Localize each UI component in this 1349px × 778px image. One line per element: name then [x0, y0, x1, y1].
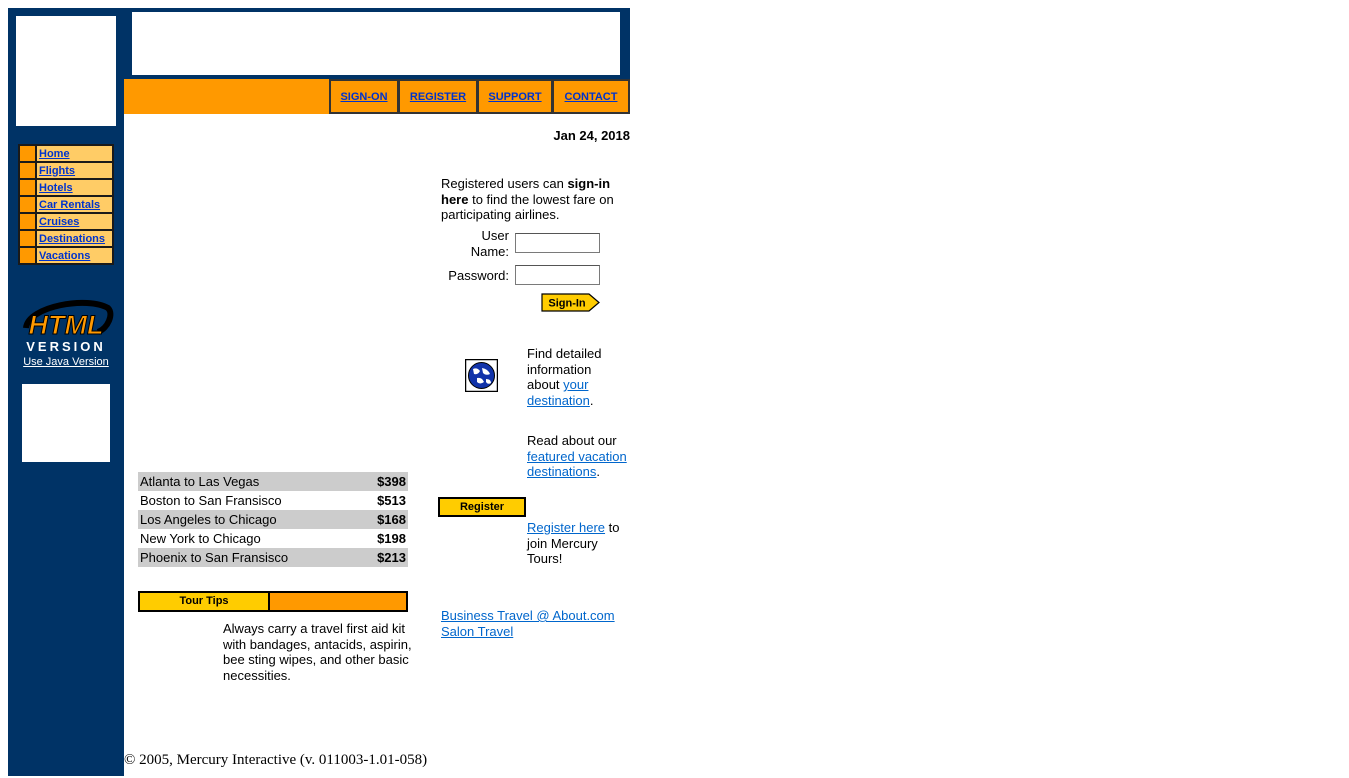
tour-tips-bar: Tour Tips [138, 591, 408, 612]
top-nav: SIGN-ON REGISTER SUPPORT CONTACT [124, 79, 630, 114]
nav-support-link[interactable]: SUPPORT [488, 91, 541, 103]
nav-cell-signon: SIGN-ON [329, 79, 399, 114]
fare-price: $398 [359, 472, 408, 491]
java-version-link[interactable]: Use Java Version [8, 356, 124, 368]
nav-cell-register: REGISTER [398, 79, 478, 114]
nav-marker [18, 144, 37, 163]
tour-tips-label: Tour Tips [140, 593, 270, 610]
nav-marker [18, 178, 37, 197]
featured-link[interactable]: featured vacation destinations [527, 449, 627, 480]
nav-signon-link[interactable]: SIGN-ON [340, 91, 387, 103]
fare-price: $213 [359, 548, 408, 567]
username-label: User Name: [470, 228, 509, 259]
sidebar-item-hotels[interactable]: Hotels [39, 182, 73, 194]
logo-placeholder [16, 16, 116, 126]
globe-icon [465, 359, 498, 392]
fare-price: $168 [359, 510, 408, 529]
fare-price: $198 [377, 531, 406, 546]
register-here-link[interactable]: Register here [527, 520, 605, 535]
password-field[interactable] [515, 265, 600, 285]
destination-text: Find detailed information about your des… [527, 346, 627, 408]
nav-marker [18, 212, 37, 231]
nav-cell-contact: CONTACT [552, 79, 630, 114]
tour-tips-text: Always carry a travel first aid kit with… [223, 621, 412, 683]
sidebar-item-cruises[interactable]: Cruises [39, 216, 79, 228]
badge-html-text: HTML [29, 310, 104, 340]
fare-route: Boston to San Fransisco [140, 493, 282, 508]
signin-button[interactable]: Sign-In [541, 293, 601, 312]
table-row: Phoenix to San Fransisco $213 [138, 548, 408, 567]
password-label: Password: [448, 268, 509, 283]
fare-route: Atlanta to Las Vegas [138, 472, 360, 491]
nav-contact-link[interactable]: CONTACT [565, 91, 618, 103]
sidebar-item-vacations[interactable]: Vacations [39, 250, 90, 262]
table-row: Los Angeles to Chicago $168 [138, 510, 408, 529]
featured-pre: Read about our [527, 433, 617, 448]
footer-copyright: © 2005, Mercury Interactive (v. 011003-1… [124, 752, 428, 768]
register-button[interactable]: Register [438, 497, 526, 517]
salon-travel-link[interactable]: Salon Travel [441, 624, 513, 639]
nav-cell-support: SUPPORT [477, 79, 553, 114]
nav-register-link[interactable]: REGISTER [410, 91, 466, 103]
signin-button-label: Sign-In [548, 298, 586, 310]
business-travel-link[interactable]: Business Travel @ About.com [441, 608, 615, 623]
top-banner [124, 8, 630, 79]
fare-route: Los Angeles to Chicago [138, 510, 360, 529]
table-row: Boston to San Fransisco $513 [138, 491, 408, 510]
sidebar-item-flights[interactable]: Flights [39, 165, 75, 177]
sidebar-item-car-rentals[interactable]: Car Rentals [39, 199, 100, 211]
table-row: Atlanta to Las Vegas $398 [138, 472, 408, 491]
fare-price: $513 [377, 493, 406, 508]
nav-marker [18, 161, 37, 180]
left-sidebar: Home Flights Hotels Car Rentals Cruises … [8, 8, 124, 776]
sidebar-item-destinations[interactable]: Destinations [39, 233, 105, 245]
sidebar-item-home[interactable]: Home [39, 148, 70, 160]
featured-post: . [596, 464, 601, 479]
username-field[interactable] [515, 233, 600, 253]
table-row: New York to Chicago $198 [138, 529, 408, 548]
register-text: Register here to join Mercury Tours! [527, 520, 627, 567]
badge-version-text: VERSION [26, 339, 106, 354]
fare-route: New York to Chicago [140, 531, 261, 546]
external-links: Business Travel @ About.com Salon Travel [441, 608, 615, 639]
fare-route: Phoenix to San Fransisco [138, 548, 360, 567]
current-date: Jan 24, 2018 [553, 128, 630, 143]
signin-intro-pre: Registered users can [441, 176, 568, 191]
nav-marker [18, 246, 37, 265]
html-version-badge: HTML VERSION [23, 299, 114, 354]
ad-placeholder [22, 384, 110, 462]
signin-intro: Registered users can sign-in here to fin… [441, 176, 627, 223]
destination-post: . [589, 392, 594, 408]
sidebar-nav: Home Flights Hotels Car Rentals Cruises … [18, 144, 114, 265]
nav-marker [18, 229, 37, 248]
nav-marker [18, 195, 37, 214]
featured-text: Read about our featured vacation destina… [527, 433, 627, 480]
banner-placeholder [132, 12, 620, 75]
fares-table: Atlanta to Las Vegas $398 Boston to San … [138, 472, 408, 567]
